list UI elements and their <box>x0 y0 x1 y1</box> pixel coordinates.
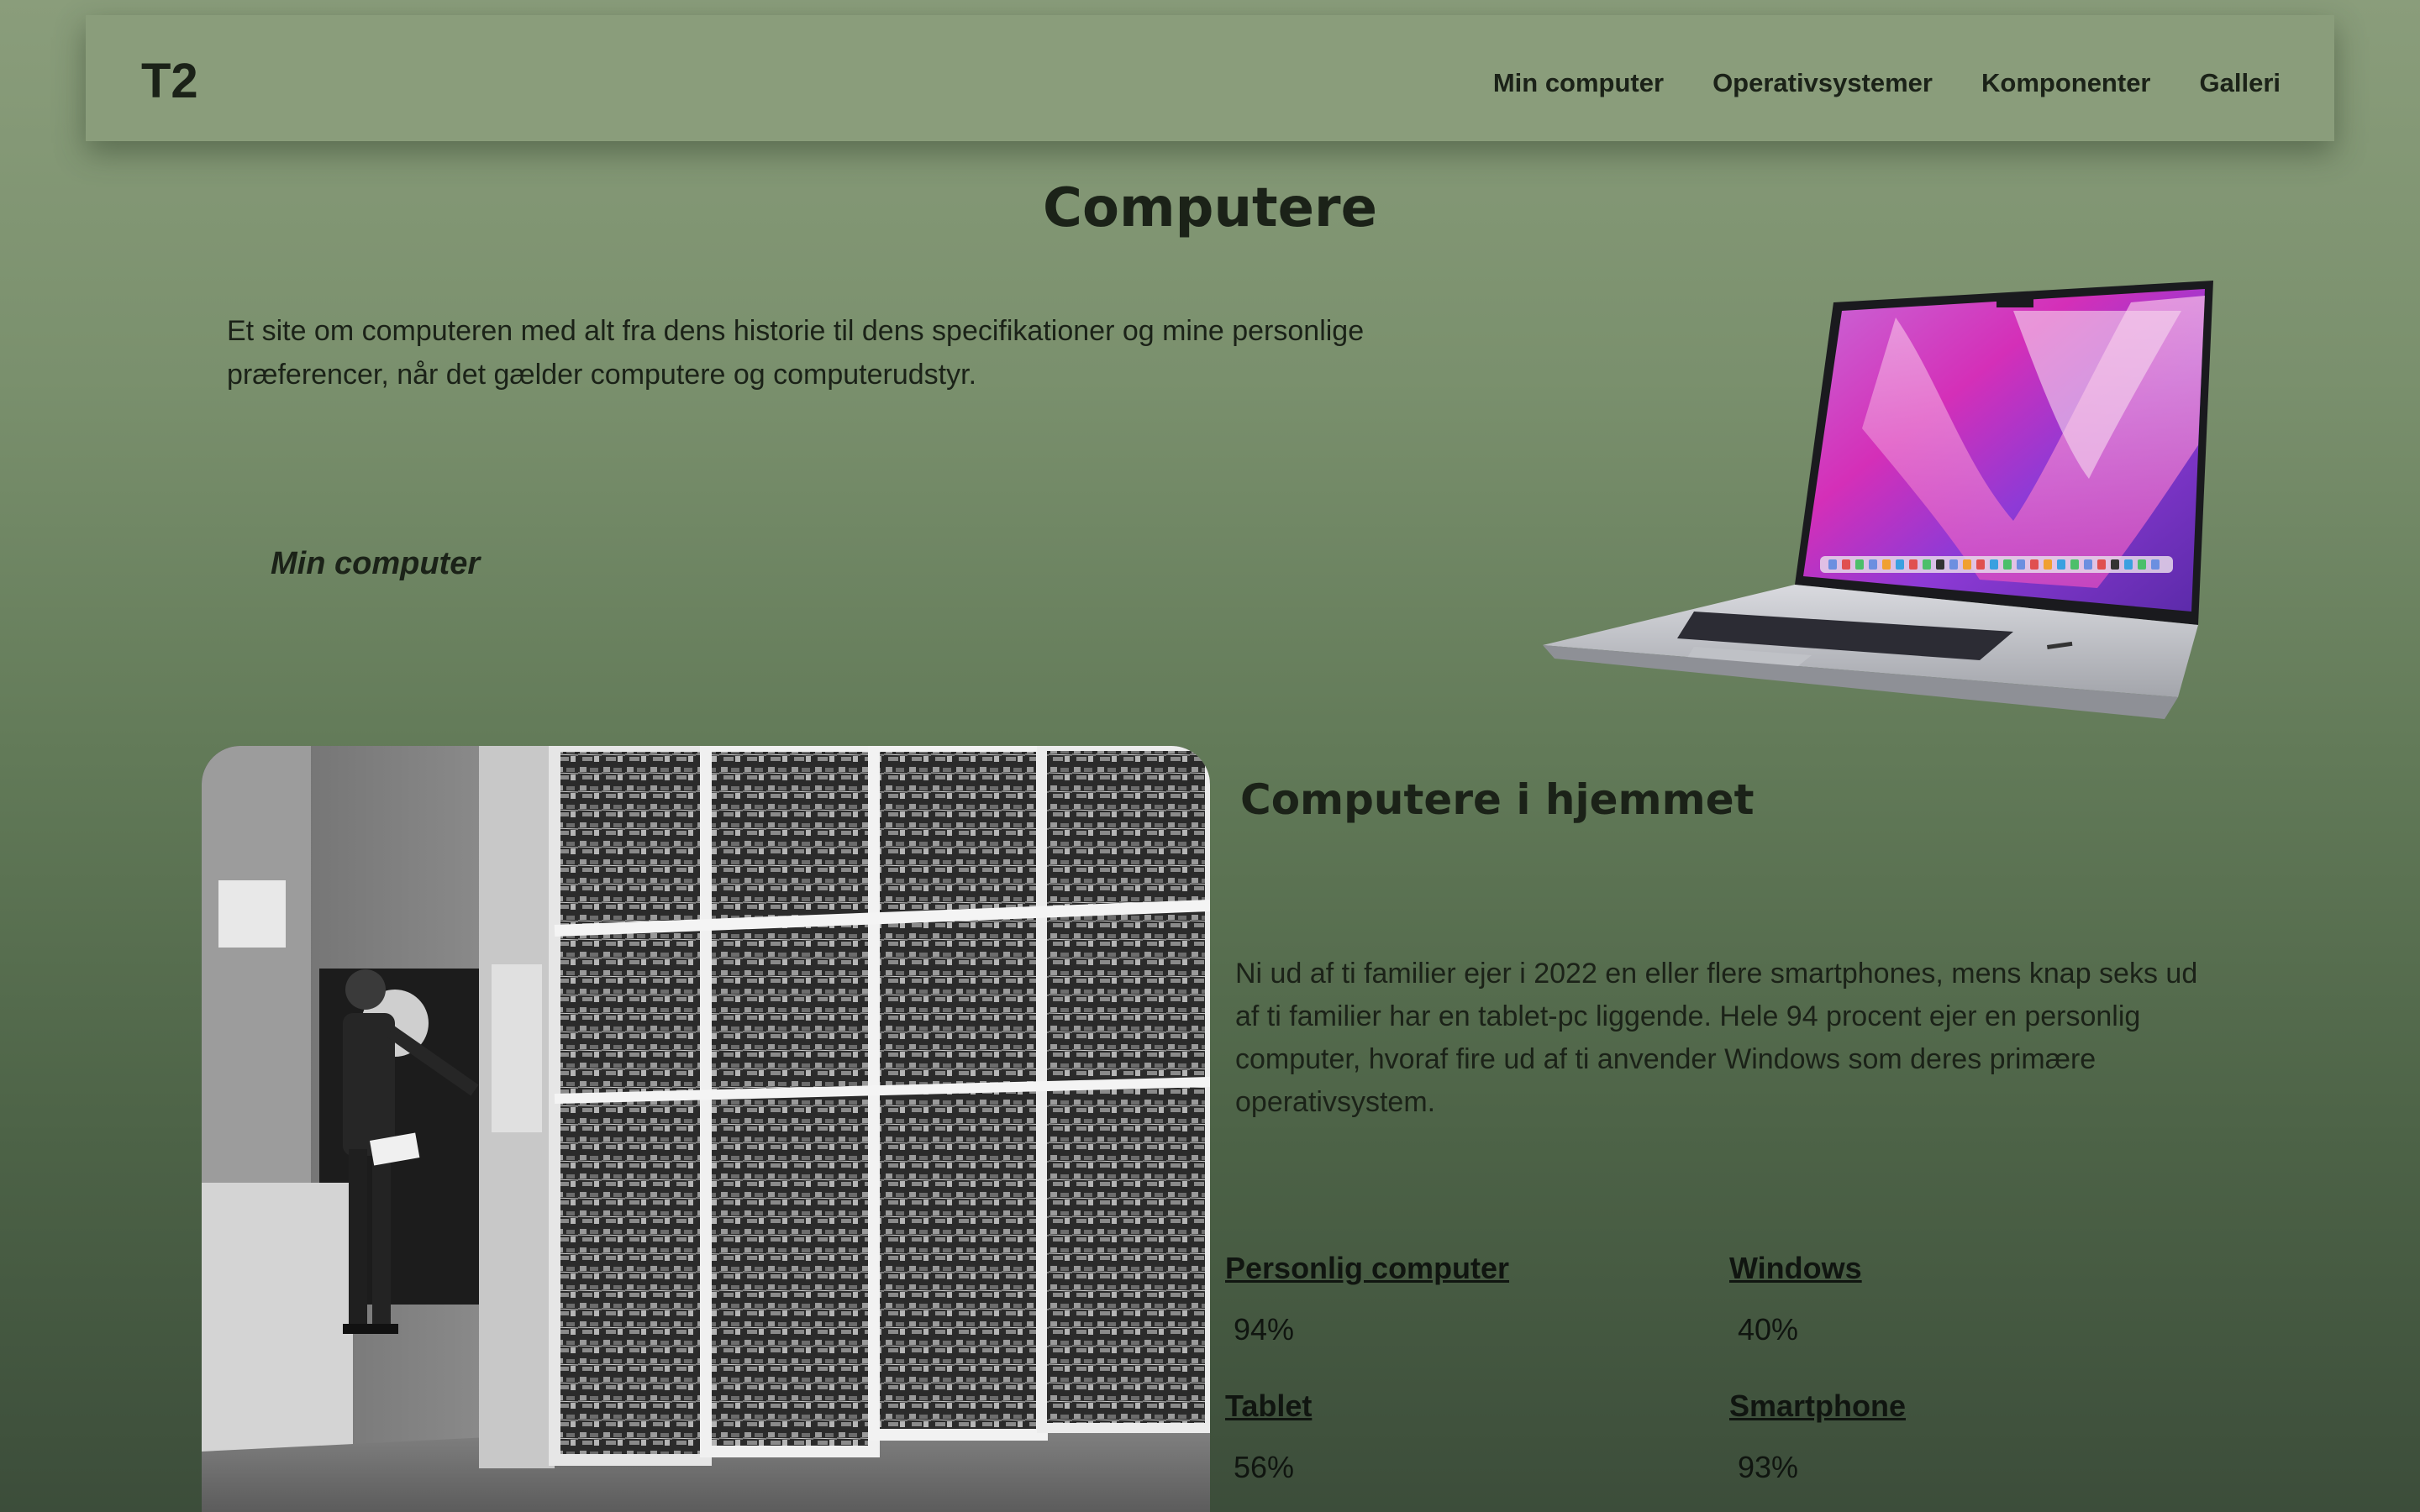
section-title-home: Computere i hjemmet <box>1240 775 1754 824</box>
nav-link-galleri[interactable]: Galleri <box>2200 67 2281 98</box>
computer-room-illustration <box>202 746 1210 1512</box>
main-nav: Min computer Operativsystemer Komponente… <box>1493 67 2281 98</box>
page-title: Computere <box>1043 177 1377 239</box>
stat-value-smartphone: 93% <box>1738 1450 1799 1484</box>
stat-value-tablet: 56% <box>1234 1450 1295 1484</box>
site-logo[interactable]: T2 <box>141 57 198 106</box>
stat-label-smartphone[interactable]: Smartphone <box>1729 1388 1906 1424</box>
laptop-image <box>1543 281 2213 719</box>
nav-link-min-computer[interactable]: Min computer <box>1493 67 1664 98</box>
intro-paragraph: Et site om computeren med alt fra dens h… <box>227 315 1365 391</box>
section-paragraph: Ni ud af ti familier ejer i 2022 en elle… <box>1235 958 2198 1118</box>
stat-label-tablet[interactable]: Tablet <box>1225 1388 1312 1424</box>
stat-value-personal-computer: 94% <box>1234 1312 1295 1347</box>
stat-value-windows: 40% <box>1738 1312 1799 1347</box>
top-navbar: T2 Min computer Operativsystemer Kompone… <box>86 15 2334 141</box>
stat-label-windows[interactable]: Windows <box>1729 1250 1862 1286</box>
nav-link-operativsystemer[interactable]: Operativsystemer <box>1712 67 1933 98</box>
min-computer-link[interactable]: Min computer <box>271 546 480 582</box>
stat-label-personal-computer[interactable]: Personlig computer <box>1225 1250 1509 1286</box>
nav-link-komponenter[interactable]: Komponenter <box>1981 67 2151 98</box>
historic-computer-photo <box>202 746 1210 1512</box>
